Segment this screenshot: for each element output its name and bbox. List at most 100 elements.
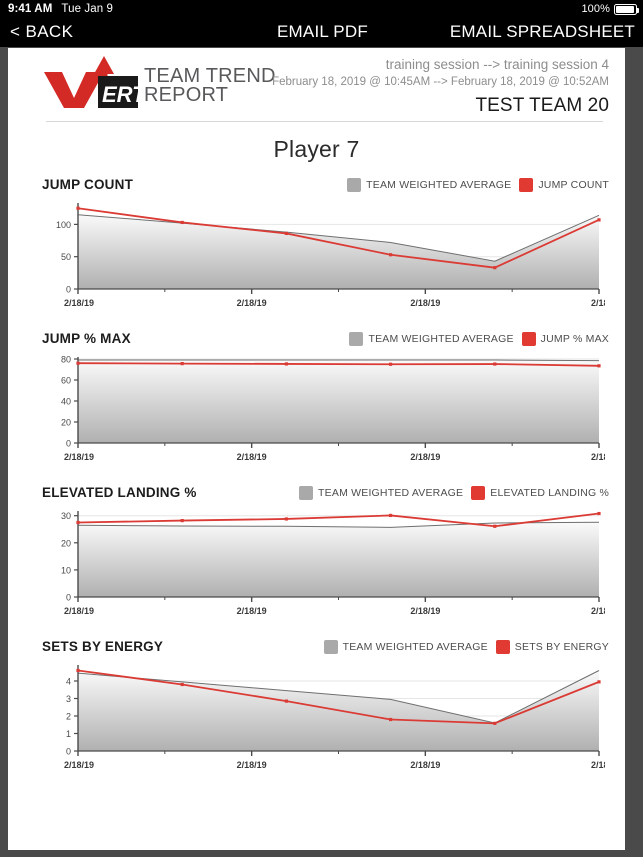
svg-text:2/18/19: 2/18/19 bbox=[410, 606, 440, 616]
svg-text:100: 100 bbox=[56, 220, 71, 230]
status-time: 9:41 AM bbox=[8, 3, 53, 15]
svg-text:50: 50 bbox=[61, 252, 71, 262]
svg-text:30: 30 bbox=[61, 511, 71, 521]
app-root: 9:41 AM Tue Jan 9 100% < BACK EMAIL PDF … bbox=[0, 0, 643, 857]
back-button[interactable]: < BACK bbox=[10, 22, 73, 42]
chart-block-3: SETS BY ENERGY TEAM WEIGHTED AVERAGE SETS … bbox=[8, 625, 625, 779]
chart-plot: 0 20 40 60 80 2/18/19 2/18/19 2/18/19 2/18/ bbox=[42, 351, 605, 471]
svg-text:10: 10 bbox=[61, 565, 71, 575]
battery-full-icon bbox=[614, 3, 640, 15]
legend-swatch-icon bbox=[471, 486, 486, 500]
legend-swatch-icon bbox=[521, 332, 536, 346]
nav-bar: < BACK EMAIL PDF EMAIL SPREADSHEET bbox=[0, 18, 643, 47]
date-range: February 18, 2019 @ 10:45AM --> February… bbox=[272, 76, 609, 88]
report-header: ERT TEAM TREND REPORT training session -… bbox=[8, 48, 625, 124]
legend-label: TEAM WEIGHTED AVERAGE bbox=[342, 641, 488, 653]
legend-label: TEAM WEIGHTED AVERAGE bbox=[368, 333, 514, 345]
svg-text:40: 40 bbox=[61, 397, 71, 407]
svg-text:0: 0 bbox=[66, 593, 71, 603]
header-divider bbox=[46, 121, 603, 122]
legend-label: TEAM WEIGHTED AVERAGE bbox=[366, 179, 512, 191]
status-right-group: 100% bbox=[581, 3, 640, 15]
legend-swatch-icon bbox=[299, 486, 314, 500]
svg-text:4: 4 bbox=[66, 677, 71, 687]
svg-text:20: 20 bbox=[61, 418, 71, 428]
legend-label: TEAM WEIGHTED AVERAGE bbox=[318, 487, 464, 499]
svg-text:2/18/19: 2/18/19 bbox=[410, 760, 440, 770]
brand-lockup: ERT TEAM TREND REPORT bbox=[42, 54, 276, 110]
svg-text:0: 0 bbox=[66, 439, 71, 449]
chart-block-2: ELEVATED LANDING % TEAM WEIGHTED AVERAGE E… bbox=[8, 471, 625, 625]
svg-text:2/18/19: 2/18/19 bbox=[64, 606, 94, 616]
page-title: Player 7 bbox=[273, 136, 360, 162]
chart-plot: 0 10 20 30 2/18/19 2/18/19 2/18/19 2/18/ bbox=[42, 505, 605, 625]
legend-swatch-icon bbox=[519, 178, 534, 192]
svg-text:80: 80 bbox=[61, 355, 71, 365]
legend-swatch-icon bbox=[347, 178, 362, 192]
svg-text:1: 1 bbox=[66, 729, 71, 739]
svg-text:2/18/: 2/18/ bbox=[591, 760, 605, 770]
svg-text:2/18/19: 2/18/19 bbox=[64, 760, 94, 770]
chart-legend: TEAM WEIGHTED AVERAGE ELEVATED LANDING % bbox=[299, 486, 609, 500]
svg-text:2/18/19: 2/18/19 bbox=[237, 760, 267, 770]
chart-legend: TEAM WEIGHTED AVERAGE JUMP % MAX bbox=[349, 332, 609, 346]
battery-percent: 100% bbox=[581, 3, 610, 15]
chart-block-0: JUMP COUNT TEAM WEIGHTED AVERAGE JUMP COUN… bbox=[8, 163, 625, 317]
legend-item-series: SETS BY ENERGY bbox=[495, 640, 609, 654]
chart-plot: 0 50 100 2/18/19 2/18/19 2/18/19 2/18/ bbox=[42, 197, 605, 317]
chart-legend: TEAM WEIGHTED AVERAGE SETS BY ENERGY bbox=[323, 640, 609, 654]
legend-label: SETS BY ENERGY bbox=[514, 641, 609, 653]
legend-item-team-average: TEAM WEIGHTED AVERAGE bbox=[299, 486, 463, 500]
legend-label: JUMP COUNT bbox=[538, 179, 609, 191]
svg-text:0: 0 bbox=[66, 747, 71, 757]
legend-swatch-icon bbox=[349, 332, 364, 346]
report-page: ERT TEAM TREND REPORT training session -… bbox=[8, 48, 625, 850]
legend-label: JUMP % MAX bbox=[540, 333, 609, 345]
charts-container: JUMP COUNT TEAM WEIGHTED AVERAGE JUMP COUN… bbox=[8, 163, 625, 779]
chart-header: ELEVATED LANDING % TEAM WEIGHTED AVERAGE E… bbox=[42, 485, 609, 505]
legend-item-series: JUMP COUNT bbox=[519, 178, 609, 192]
svg-text:2/18/19: 2/18/19 bbox=[64, 298, 94, 308]
chart-svg: 0 1 2 3 4 2/18/19 2/18/19 2/18/19 2/18/ bbox=[64, 665, 605, 770]
chart-svg: 0 20 40 60 80 2/18/19 2/18/19 2/18/19 2/18/ bbox=[61, 355, 605, 463]
chart-block-1: JUMP % MAX TEAM WEIGHTED AVERAGE JUMP % MA… bbox=[8, 317, 625, 471]
svg-text:2: 2 bbox=[66, 712, 71, 722]
legend-item-team-average: TEAM WEIGHTED AVERAGE bbox=[349, 332, 513, 346]
svg-text:ERT: ERT bbox=[102, 82, 140, 107]
legend-label: ELEVATED LANDING % bbox=[490, 487, 609, 499]
chart-header: JUMP COUNT TEAM WEIGHTED AVERAGE JUMP COUN… bbox=[42, 177, 609, 197]
report-type-title: TEAM TREND REPORT bbox=[144, 66, 276, 106]
chart-svg: 0 10 20 30 2/18/19 2/18/19 2/18/19 2/18/ bbox=[61, 511, 605, 616]
legend-swatch-icon bbox=[495, 640, 510, 654]
team-name: TEST TEAM 20 bbox=[475, 95, 609, 116]
svg-text:2/18/: 2/18/ bbox=[591, 606, 605, 616]
chart-header: JUMP % MAX TEAM WEIGHTED AVERAGE JUMP % MA… bbox=[42, 331, 609, 351]
svg-text:2/18/19: 2/18/19 bbox=[410, 298, 440, 308]
legend-item-series: ELEVATED LANDING % bbox=[471, 486, 609, 500]
status-bar: 9:41 AM Tue Jan 9 100% bbox=[0, 0, 643, 18]
email-spreadsheet-button[interactable]: EMAIL SPREADSHEET bbox=[450, 22, 635, 42]
svg-text:20: 20 bbox=[61, 538, 71, 548]
svg-text:2/18/19: 2/18/19 bbox=[410, 452, 440, 462]
svg-text:0: 0 bbox=[66, 285, 71, 295]
svg-text:2/18/: 2/18/ bbox=[591, 298, 605, 308]
session-range: training session --> training session 4 bbox=[385, 57, 609, 72]
svg-text:2/18/19: 2/18/19 bbox=[64, 452, 94, 462]
legend-swatch-icon bbox=[323, 640, 338, 654]
svg-text:2/18/19: 2/18/19 bbox=[237, 452, 267, 462]
report-type-line2: REPORT bbox=[144, 84, 229, 106]
chart-header: SETS BY ENERGY TEAM WEIGHTED AVERAGE SETS … bbox=[42, 639, 609, 659]
email-pdf-button[interactable]: EMAIL PDF bbox=[277, 22, 368, 42]
chart-svg: 0 50 100 2/18/19 2/18/19 2/18/19 2/18/ bbox=[56, 203, 605, 308]
scroll-gutter[interactable] bbox=[625, 48, 643, 850]
legend-item-team-average: TEAM WEIGHTED AVERAGE bbox=[323, 640, 488, 654]
svg-text:2/18/: 2/18/ bbox=[591, 452, 605, 462]
status-date: Tue Jan 9 bbox=[61, 3, 113, 15]
svg-text:60: 60 bbox=[61, 376, 71, 386]
svg-text:2/18/19: 2/18/19 bbox=[237, 298, 267, 308]
vert-logo-icon: ERT bbox=[42, 54, 140, 110]
legend-item-series: JUMP % MAX bbox=[521, 332, 609, 346]
svg-text:2/18/19: 2/18/19 bbox=[237, 606, 267, 616]
report-meta: training session --> training session 4 … bbox=[272, 56, 609, 118]
chart-plot: 0 1 2 3 4 2/18/19 2/18/19 2/18/19 2/18/ bbox=[42, 659, 605, 779]
